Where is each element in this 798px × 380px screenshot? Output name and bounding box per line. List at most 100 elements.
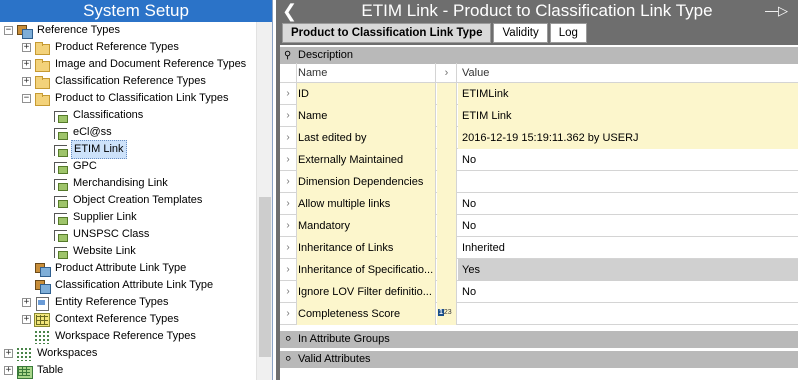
tree-item-label[interactable]: Workspace Reference Types <box>53 328 198 345</box>
expand-icon[interactable]: + <box>22 298 31 307</box>
tree-scroll-thumb[interactable] <box>259 197 271 357</box>
expand-icon[interactable]: ⚪ <box>284 331 292 348</box>
tree-item[interactable]: + Workspaces <box>4 345 99 362</box>
row-value[interactable]: Yes <box>458 259 798 281</box>
tree-item[interactable]: − Product to Classification Link Types <box>22 90 230 107</box>
tree-item-label[interactable]: eCl@ss <box>71 124 114 141</box>
row-expand-icon[interactable]: › <box>280 215 296 237</box>
tree-item[interactable]: Supplier Link <box>40 209 139 226</box>
pin-icon[interactable]: —▷ <box>765 0 788 22</box>
tree-item[interactable]: Object Creation Templates <box>40 192 204 209</box>
grid-row[interactable]: › Mandatory No <box>280 215 798 237</box>
tree-item[interactable]: eCl@ss <box>40 124 114 141</box>
setup-tree[interactable]: − Reference Types + Product Reference Types… <box>0 22 256 380</box>
row-value[interactable] <box>458 171 798 193</box>
tab-validity[interactable]: Validity <box>493 23 548 43</box>
tree-item[interactable]: + Image and Document Reference Types <box>22 56 248 73</box>
tree-item[interactable]: + Classification Reference Types <box>22 73 208 90</box>
tree-item[interactable]: Workspace Reference Types <box>22 328 198 345</box>
tab-product-to-classification-link-type[interactable]: Product to Classification Link Type <box>282 23 492 43</box>
row-expand-icon[interactable]: › <box>280 171 296 193</box>
tree-item[interactable]: + Product Reference Types <box>22 39 181 56</box>
tree-item-label[interactable]: Product Attribute Link Type <box>53 260 188 277</box>
column-header-value[interactable]: Value <box>458 63 798 83</box>
expand-icon[interactable]: + <box>22 43 31 52</box>
tree-item-label[interactable]: Context Reference Types <box>53 311 181 328</box>
grid-row[interactable]: › ID ETIMLink <box>280 83 798 105</box>
tree-item[interactable]: + Context Reference Types <box>22 311 181 328</box>
row-expand-icon[interactable]: › <box>280 259 296 281</box>
row-expand-icon[interactable]: › <box>280 303 296 325</box>
in-attribute-groups-section[interactable]: ⚪ In Attribute Groups <box>280 331 798 348</box>
row-value[interactable]: No <box>458 193 798 215</box>
tree-item-label[interactable]: Image and Document Reference Types <box>53 56 248 73</box>
tree-item[interactable]: + Table <box>4 362 65 379</box>
expand-icon[interactable]: + <box>22 315 31 324</box>
tree-item-label[interactable]: Entity Reference Types <box>53 294 171 311</box>
collapse-icon[interactable]: ⚲ <box>284 47 291 64</box>
row-expand-icon[interactable]: › <box>280 83 296 105</box>
grid-row[interactable]: › Dimension Dependencies <box>280 171 798 193</box>
row-value[interactable]: ETIMLink <box>458 83 798 105</box>
tree-item-label[interactable]: Supplier Link <box>71 209 139 226</box>
tree-item-label[interactable]: Classifications <box>71 107 145 124</box>
tree-item-label[interactable]: Object Creation Templates <box>71 192 204 209</box>
tree-item[interactable]: Classification Attribute Link Type <box>22 277 215 294</box>
row-value[interactable]: 2016-12-19 15:19:11.362 by USERJ <box>458 127 798 149</box>
grid-row[interactable]: › Externally Maintained No <box>280 149 798 171</box>
row-value[interactable]: Inherited <box>458 237 798 259</box>
tree-item-label[interactable]: Product to Classification Link Types <box>53 90 230 107</box>
row-value[interactable] <box>458 303 798 325</box>
tree-item-label[interactable]: ETIM Link <box>71 140 127 159</box>
row-expand-icon[interactable]: › <box>280 127 296 149</box>
tree-item-label[interactable]: Classification Attribute Link Type <box>53 277 215 294</box>
tree-item-label[interactable]: Product Reference Types <box>53 39 181 56</box>
expand-icon[interactable]: + <box>22 60 31 69</box>
collapse-icon[interactable]: − <box>4 26 13 35</box>
tree-item[interactable]: + Entity Reference Types <box>22 294 171 311</box>
tree-item[interactable]: Classifications <box>40 107 145 124</box>
tree-item-label[interactable]: UNSPSC Class <box>71 226 151 243</box>
grid-row[interactable]: › Inheritance of Links Inherited <box>280 237 798 259</box>
grid-row[interactable]: › Last edited by 2016-12-19 15:19:11.362 b… <box>280 127 798 149</box>
expand-icon[interactable]: + <box>4 349 13 358</box>
row-value[interactable]: No <box>458 149 798 171</box>
tree-item[interactable]: Product Attribute Link Type <box>22 260 188 277</box>
valid-attributes-section[interactable]: ⚪ Valid Attributes <box>280 351 798 368</box>
row-expand-icon[interactable]: › <box>280 105 296 127</box>
tree-item[interactable]: UNSPSC Class <box>40 226 151 243</box>
grid-row[interactable]: › Allow multiple links No <box>280 193 798 215</box>
expand-icon[interactable]: + <box>22 77 31 86</box>
tree-item-label[interactable]: Table <box>35 362 65 379</box>
tree-item[interactable]: − Reference Types <box>4 22 122 39</box>
tree-item-label[interactable]: Classification Reference Types <box>53 73 208 90</box>
expand-icon[interactable]: + <box>4 366 13 375</box>
tree-item[interactable]: ETIM Link <box>40 140 127 159</box>
row-value[interactable]: No <box>458 281 798 303</box>
grid-row[interactable]: › Inheritance of Specificatio... Yes <box>280 259 798 281</box>
tree-item-label[interactable]: Reference Types <box>35 22 122 39</box>
row-expand-icon[interactable]: › <box>280 193 296 215</box>
grid-row[interactable]: › Ignore LOV Filter definitio... No <box>280 281 798 303</box>
row-expand-icon[interactable]: › <box>280 237 296 259</box>
collapse-icon[interactable]: − <box>22 94 31 103</box>
column-header-name[interactable]: Name <box>296 63 436 83</box>
tree-item-label[interactable]: Workspaces <box>35 345 99 362</box>
tree-item-label[interactable]: GPC <box>71 158 99 175</box>
grid-row[interactable]: › Completeness Score 123 <box>280 303 798 325</box>
tree-scrollbar[interactable] <box>256 22 272 380</box>
tree-item-label[interactable]: Website Link <box>71 243 138 260</box>
description-section-header[interactable]: ⚲ Description <box>280 47 798 64</box>
row-expand-icon[interactable]: › <box>280 149 296 171</box>
tab-log[interactable]: Log <box>549 23 587 43</box>
column-header-expand[interactable]: › <box>437 63 457 83</box>
row-value[interactable]: No <box>458 215 798 237</box>
tree-item[interactable]: Website Link <box>40 243 138 260</box>
row-expand-icon[interactable]: › <box>280 281 296 303</box>
tree-item-label[interactable]: Merchandising Link <box>71 175 170 192</box>
grid-row[interactable]: › Name ETIM Link <box>280 105 798 127</box>
tree-item[interactable]: Merchandising Link <box>40 175 170 192</box>
tree-item[interactable]: GPC <box>40 158 99 175</box>
row-value[interactable]: ETIM Link <box>458 105 798 127</box>
expand-icon[interactable]: ⚪ <box>284 351 292 368</box>
